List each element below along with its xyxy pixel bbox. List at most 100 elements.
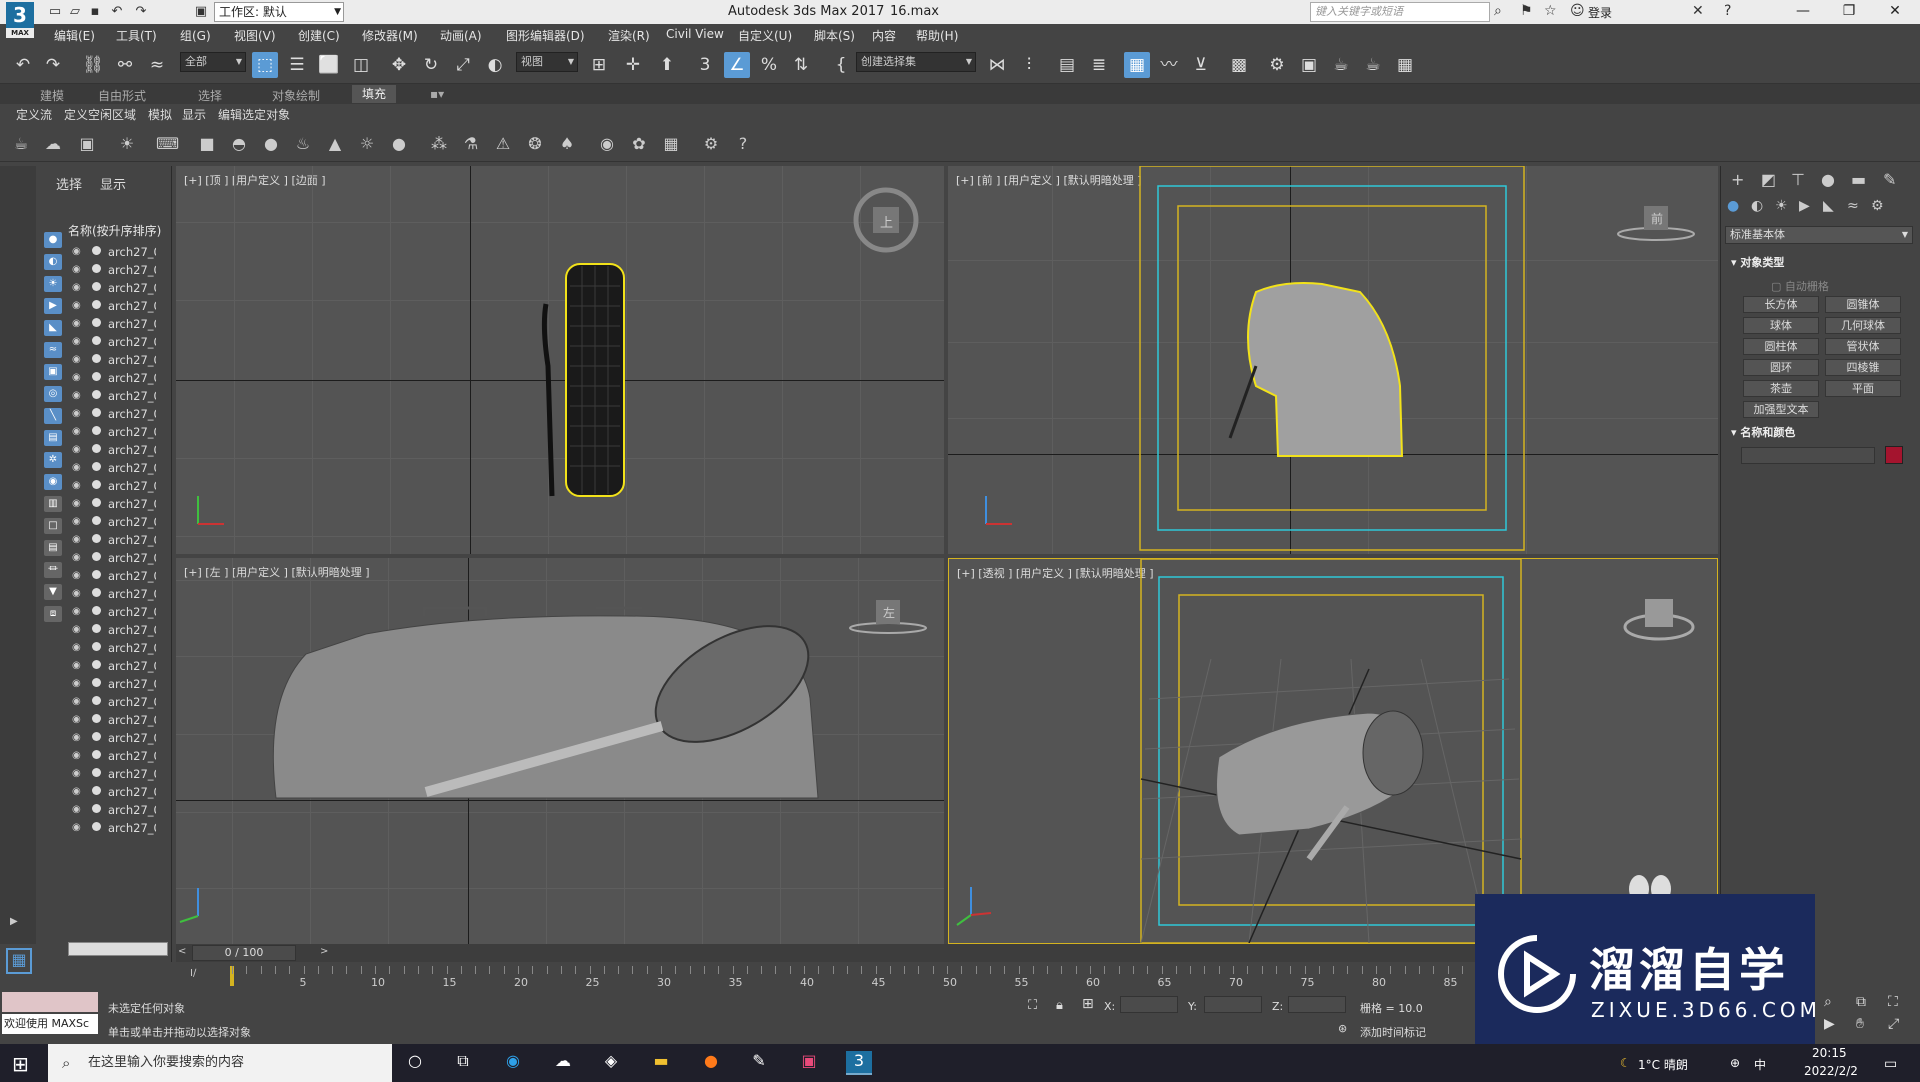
explorer-row[interactable]: ◉ arch27_0 <box>36 298 156 315</box>
ribbon-display[interactable]: 显示 <box>182 106 206 123</box>
visibility-eye-icon[interactable]: ◉ <box>72 282 81 293</box>
render-icon[interactable]: ▦ <box>660 133 682 155</box>
freeze-toggle-icon[interactable] <box>92 426 101 435</box>
spinner-snap-icon[interactable]: ⇅ <box>788 52 814 78</box>
explorer-row[interactable]: ◉ arch27_0 <box>36 586 156 603</box>
visibility-eye-icon[interactable]: ◉ <box>72 696 81 707</box>
ribbon-define-idle-areas[interactable]: 定义空闲区域 <box>64 106 136 123</box>
visibility-eye-icon[interactable]: ◉ <box>72 354 81 365</box>
viewcube-top-face[interactable]: 上 <box>880 212 893 231</box>
app-icon-1[interactable]: ☁ <box>550 1051 576 1075</box>
visibility-eye-icon[interactable]: ◉ <box>72 750 81 761</box>
close-button[interactable]: ✕ <box>1872 0 1918 24</box>
geosphere-button[interactable]: 几何球体 <box>1825 317 1901 334</box>
visibility-eye-icon[interactable]: ◉ <box>72 246 81 257</box>
freeze-toggle-icon[interactable] <box>92 552 101 561</box>
z-coordinate-input[interactable] <box>1288 996 1346 1013</box>
zoom-all-icon[interactable]: ⧉ <box>1856 994 1866 1010</box>
visibility-eye-icon[interactable]: ◉ <box>72 570 81 581</box>
select-manipulate-icon[interactable]: ✛ <box>620 52 646 78</box>
hair-icon[interactable]: ♠ <box>556 133 578 155</box>
explorer-row[interactable]: ◉ arch27_0 <box>36 334 156 351</box>
cone-button[interactable]: 圆锥体 <box>1825 296 1901 313</box>
communication-center-icon[interactable]: ⚑ <box>1520 3 1533 19</box>
geometry-category-icon[interactable]: ● <box>1727 198 1739 214</box>
visibility-eye-icon[interactable]: ◉ <box>72 642 81 653</box>
explorer-row[interactable]: ◉ arch27_0 <box>36 388 156 405</box>
visibility-eye-icon[interactable]: ◉ <box>72 606 81 617</box>
freeze-toggle-icon[interactable] <box>92 786 101 795</box>
visibility-eye-icon[interactable]: ◉ <box>72 732 81 743</box>
rect-selection-icon[interactable]: ⬜ <box>316 52 342 78</box>
freeze-toggle-icon[interactable] <box>92 462 101 471</box>
layer-explorer-icon[interactable]: ▤ <box>1054 52 1080 78</box>
explorer-row[interactable]: ◉ arch27_0 <box>36 748 156 765</box>
app-icon-2[interactable]: ◈ <box>598 1051 624 1075</box>
edit-named-selection-icon[interactable]: { <box>828 52 854 78</box>
time-tag-icon[interactable]: ⊛ <box>1338 1022 1347 1035</box>
freeze-toggle-icon[interactable] <box>92 444 101 453</box>
open-file-icon[interactable]: ▱ <box>66 3 84 21</box>
material-editor-icon[interactable]: ▩ <box>1226 52 1252 78</box>
reference-coord-dropdown[interactable]: 视图 ▼ <box>516 52 578 72</box>
clock-time[interactable]: 20:15 <box>1812 1046 1847 1060</box>
visibility-eye-icon[interactable]: ◉ <box>72 534 81 545</box>
cameras-category-icon[interactable]: ▶ <box>1799 198 1810 214</box>
bind-spacewarp-icon[interactable]: ≈ <box>144 52 170 78</box>
binoculars-icon[interactable]: ⌕ <box>1494 3 1502 19</box>
sphere-button[interactable]: 球体 <box>1743 317 1819 334</box>
palette-icon[interactable]: ✿ <box>628 133 650 155</box>
object-color-swatch[interactable] <box>1885 446 1903 464</box>
task-view-icon[interactable]: ⧉ <box>450 1051 476 1075</box>
rendered-frame-window-icon[interactable]: ▣ <box>1296 52 1322 78</box>
angle-snap-icon[interactable]: ∠ <box>724 52 750 78</box>
select-object-icon[interactable]: ⬚ <box>252 52 278 78</box>
freeze-toggle-icon[interactable] <box>92 516 101 525</box>
freeze-toggle-icon[interactable] <box>92 480 101 489</box>
app-logo[interactable]: 3 MAX <box>6 2 34 38</box>
workspace-dropdown[interactable]: 工作区: 默认 ▼ <box>214 2 344 22</box>
weather-text[interactable]: 1°C 晴朗 <box>1638 1056 1688 1073</box>
gear-sphere-icon[interactable]: ❂ <box>524 133 546 155</box>
camera-icon[interactable]: ⌨ <box>156 133 179 155</box>
freeze-toggle-icon[interactable] <box>92 534 101 543</box>
explorer-row[interactable]: ◉ arch27_0 <box>36 370 156 387</box>
explorer-row[interactable]: ◉ arch27_0 <box>36 802 156 819</box>
visibility-eye-icon[interactable]: ◉ <box>72 372 81 383</box>
sphere-gold-icon[interactable]: ● <box>388 133 410 155</box>
ribbon-define-flows[interactable]: 定义流 <box>16 106 52 123</box>
explorer-row[interactable]: ◉ arch27_0 <box>36 676 156 693</box>
freeze-toggle-icon[interactable] <box>92 822 101 831</box>
menu-rendering[interactable]: 渲染(R) <box>608 27 650 44</box>
box-icon[interactable]: ■ <box>196 133 218 155</box>
notification-icon[interactable]: ▭ <box>1884 1056 1897 1072</box>
menu-tools[interactable]: 工具(T) <box>116 27 157 44</box>
visibility-eye-icon[interactable]: ◉ <box>72 624 81 635</box>
firefox-icon[interactable]: ● <box>698 1051 724 1075</box>
menu-create[interactable]: 创建(C) <box>298 27 340 44</box>
new-file-icon[interactable]: ▭ <box>46 3 64 21</box>
help-circle-icon[interactable]: ? <box>732 133 754 155</box>
utilities-tab-icon[interactable]: ✎ <box>1883 170 1896 189</box>
rotate-icon[interactable]: ↻ <box>418 52 444 78</box>
undo-icon[interactable]: ↶ <box>10 52 36 78</box>
menu-customize[interactable]: 自定义(U) <box>738 27 792 44</box>
window-crossing-icon[interactable]: ◫ <box>348 52 374 78</box>
sun-icon[interactable]: ☼ <box>356 133 378 155</box>
explorer-row[interactable]: ◉ arch27_0 <box>36 766 156 783</box>
freeze-toggle-icon[interactable] <box>92 336 101 345</box>
motion-tab-icon[interactable]: ● <box>1821 170 1835 189</box>
freeze-toggle-icon[interactable] <box>92 606 101 615</box>
help-search-input[interactable]: 键入关键字或短语 <box>1310 2 1490 22</box>
light-icon[interactable]: ☀ <box>116 133 138 155</box>
freeze-toggle-icon[interactable] <box>92 264 101 273</box>
notepad-icon[interactable]: ✎ <box>746 1051 772 1075</box>
pivot-center-icon[interactable]: ⊞ <box>586 52 612 78</box>
explorer-row[interactable]: ◉ arch27_0 <box>36 658 156 675</box>
move-icon[interactable]: ✥ <box>386 52 412 78</box>
absolute-mode-icon[interactable]: ⊞ <box>1082 996 1094 1012</box>
layer-manager-icon[interactable]: ≣ <box>1086 52 1112 78</box>
visibility-eye-icon[interactable]: ◉ <box>72 480 81 491</box>
explorer-row[interactable]: ◉ arch27_0 <box>36 784 156 801</box>
visibility-eye-icon[interactable]: ◉ <box>72 300 81 311</box>
